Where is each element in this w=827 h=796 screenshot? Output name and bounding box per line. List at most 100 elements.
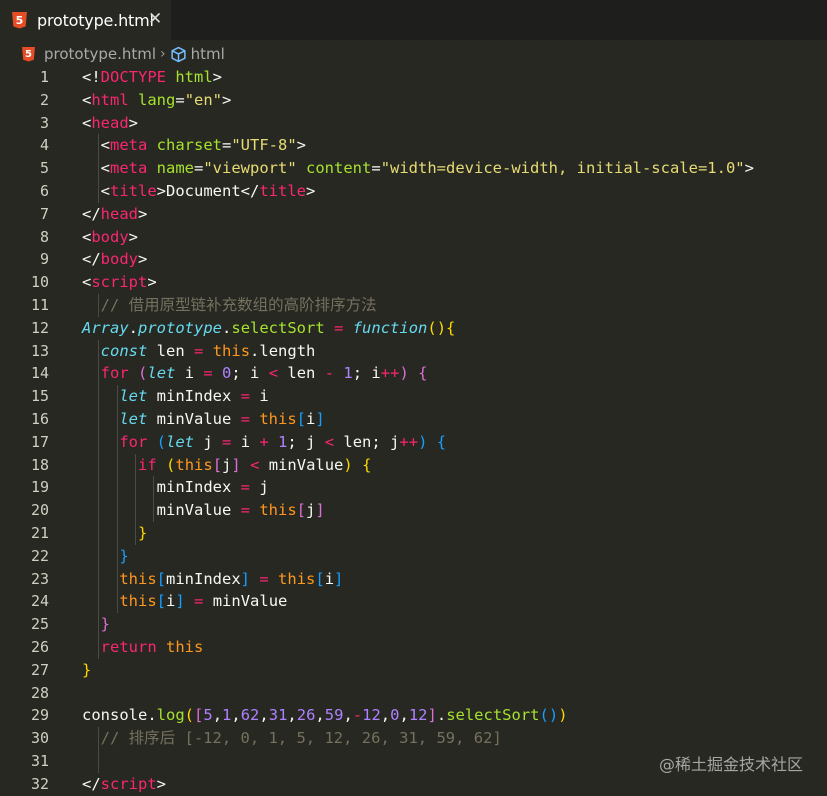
breadcrumb-symbol[interactable]: html (191, 45, 225, 63)
code-line[interactable]: 15 let minIndex = i (0, 385, 827, 408)
code-line[interactable]: 1 <!DOCTYPE html> (0, 66, 827, 89)
code-line[interactable]: 17 for (let j = i + 1; j < len; j++) { (0, 430, 827, 454)
code-token: i (231, 432, 260, 451)
code-token: > (138, 250, 148, 269)
code-line[interactable]: 18 if (this[j] < minValue) { (0, 453, 827, 477)
code-token: [ (212, 455, 223, 474)
code-text: } (82, 545, 128, 568)
code-token: meta (110, 159, 148, 178)
code-text: Array.prototype.selectSort = function(){ (82, 317, 455, 340)
tab-bar: 5 prototype.html ✕ (0, 0, 827, 40)
code-line[interactable]: 5 <meta name="viewport" content="width=d… (0, 157, 827, 180)
code-line[interactable]: 8 <body> (0, 226, 827, 249)
code-token: < (82, 159, 110, 178)
code-line[interactable]: 13 const len = this.length (0, 339, 827, 363)
code-line[interactable]: 9 </body> (0, 248, 827, 271)
code-line[interactable]: 2 <html lang="en"> (0, 89, 827, 112)
line-number: 12 (30, 318, 49, 337)
line-number: 21 (30, 523, 49, 542)
code-token: = (203, 364, 213, 383)
code-line[interactable]: 23 this[minIndex] = this[i] (0, 567, 827, 591)
code-line[interactable]: 27} (0, 659, 827, 682)
line-number: 23 (30, 569, 49, 588)
code-token: + (259, 432, 269, 451)
close-icon[interactable]: ✕ (148, 9, 162, 29)
code-line[interactable]: 20 minValue = this[j] (0, 499, 827, 522)
code-token: for (100, 364, 129, 383)
code-line[interactable]: 32 </script> (0, 773, 827, 796)
code-token: 5 (203, 706, 213, 725)
code-line[interactable]: 25 } (0, 613, 827, 636)
code-line[interactable]: 16 let minValue = this[i] (0, 407, 827, 431)
code-token: ] (315, 501, 325, 520)
code-line[interactable]: 3 <head> (0, 112, 827, 135)
line-number: 7 (39, 204, 49, 223)
code-token: [ (156, 592, 166, 611)
code-token: return (100, 637, 157, 656)
code-token: = (175, 90, 185, 109)
line-number: 27 (30, 660, 49, 679)
line-number: 29 (30, 706, 49, 725)
line-number: 31 (30, 751, 49, 770)
code-token: minValue (203, 592, 288, 611)
code-token: < (82, 273, 92, 292)
code-line[interactable]: 19 minIndex = j (0, 476, 827, 500)
code-token: i (166, 592, 176, 611)
code-token: "en" (184, 90, 223, 109)
code-line[interactable]: 12 Array.prototype.selectSort = function(… (0, 317, 827, 340)
line-number: 3 (39, 113, 49, 132)
code-token: , (287, 706, 297, 725)
code-line[interactable]: 6 <title>Document</title> (0, 179, 827, 203)
code-text: if (this[j] < minValue) { (82, 454, 371, 477)
breadcrumb-file[interactable]: prototype.html (44, 45, 156, 63)
code-token: minValue (147, 409, 241, 428)
html5-icon: 5 (22, 46, 35, 62)
code-line[interactable]: 30 // 排序后 [-12, 0, 1, 5, 12, 26, 31, 59,… (0, 727, 827, 750)
code-token: minIndex (147, 387, 241, 406)
code-token: name (156, 159, 194, 178)
tab-label: prototype.html (37, 10, 154, 30)
code-editor[interactable]: 1 <!DOCTYPE html> 2 <html lang="en"> 3 <head>… (0, 66, 827, 796)
code-line[interactable]: 24 this[i] = minValue (0, 590, 827, 614)
line-number: 8 (39, 227, 49, 246)
code-line[interactable]: 22 } (0, 544, 827, 568)
code-line[interactable]: 29 console.log([5,1,62,31,26,59,-12,0,12]… (0, 704, 827, 727)
code-token: = (194, 592, 204, 611)
line-number: 30 (30, 729, 49, 748)
code-token: minValue (259, 455, 344, 474)
code-line[interactable]: 4 <meta charset="UTF-8"> (0, 134, 827, 158)
tab-prototype-html[interactable]: 5 prototype.html ✕ (0, 0, 171, 40)
code-token: this (278, 569, 316, 588)
code-line[interactable]: 21 } (0, 521, 827, 545)
code-line[interactable]: 14 for (let i = 0; i < len - 1; i++) { (0, 362, 827, 386)
code-text: minValue = this[j] (82, 499, 325, 522)
line-number: 19 (30, 478, 49, 497)
code-token: ) (399, 364, 409, 383)
code-token: const (100, 341, 148, 360)
code-token: , (231, 706, 241, 725)
code-token: len (147, 341, 195, 360)
code-line[interactable]: 11 // 借用原型链补充数组的高阶排序方法 (0, 293, 827, 317)
code-token: > (744, 159, 754, 178)
code-line[interactable]: 26 return this (0, 635, 827, 659)
code-token: [ (315, 569, 325, 588)
code-token: title (259, 181, 306, 200)
code-token: ; i (352, 364, 381, 383)
code-token: ; i (231, 364, 269, 383)
code-line[interactable]: 10 <script> (0, 271, 827, 294)
code-line[interactable]: 7 </head> (0, 203, 827, 226)
code-token: j (222, 455, 232, 474)
code-line[interactable]: 28 (0, 682, 827, 705)
code-token: < (82, 113, 92, 132)
code-token: ; j (287, 432, 325, 451)
code-token: i (324, 569, 335, 588)
